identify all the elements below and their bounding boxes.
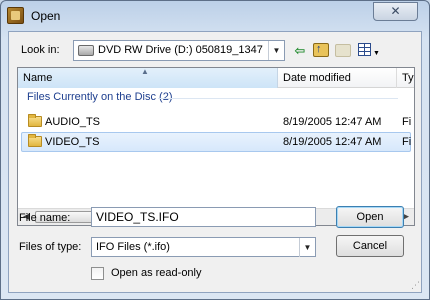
- dvd-drive-icon: [78, 45, 94, 56]
- column-header-row: Name ▲ Date modified Ty: [18, 68, 414, 88]
- column-header-date[interactable]: Date modified: [278, 68, 397, 88]
- folder-icon: [28, 114, 42, 127]
- window-title: Open: [31, 9, 61, 23]
- item-date: 8/19/2005 12:47 AM: [283, 136, 382, 148]
- look-in-label: Look in:: [21, 44, 60, 56]
- look-in-value: DVD RW Drive (D:) 050819_1347: [98, 44, 263, 56]
- look-in-combo[interactable]: DVD RW Drive (D:) 050819_1347 ▼: [73, 40, 285, 61]
- read-only-label[interactable]: Open as read-only: [111, 267, 202, 279]
- chevron-down-icon[interactable]: ▼: [268, 41, 284, 60]
- views-menu-icon[interactable]: ▼: [358, 43, 380, 58]
- list-item-selected[interactable]: VIDEO_TS 8/19/2005 12:47 AM Fi: [18, 132, 414, 152]
- open-dialog: Open ✕ Look in: DVD RW Drive (D:) 050819…: [0, 0, 430, 300]
- item-name: VIDEO_TS: [45, 136, 100, 148]
- close-button[interactable]: ✕: [373, 2, 418, 21]
- views-grid-icon: [358, 43, 371, 56]
- file-name-label: File name:: [19, 212, 71, 224]
- item-name: AUDIO_TS: [45, 116, 101, 128]
- file-name-input[interactable]: VIDEO_TS.IFO: [91, 207, 316, 227]
- list-item[interactable]: AUDIO_TS 8/19/2005 12:47 AM Fi: [18, 112, 414, 132]
- column-label-name: Name: [23, 72, 53, 84]
- back-icon[interactable]: ⇦: [293, 42, 307, 59]
- item-type: Fi: [402, 116, 412, 128]
- column-header-name[interactable]: Name ▲: [18, 68, 278, 88]
- folder-icon: [28, 134, 42, 147]
- file-type-label: Files of type:: [19, 241, 82, 253]
- file-list[interactable]: Name ▲ Date modified Ty Files Currently …: [17, 67, 415, 226]
- dialog-body: Look in: DVD RW Drive (D:) 050819_1347 ▼…: [8, 31, 422, 293]
- open-button[interactable]: Open: [336, 206, 404, 228]
- group-header[interactable]: Files Currently on the Disc (2): [27, 91, 173, 103]
- group-divider: [158, 98, 398, 99]
- read-only-checkbox[interactable]: [91, 267, 104, 280]
- column-header-type[interactable]: Ty: [397, 68, 414, 88]
- item-type: Fi: [402, 136, 412, 148]
- up-folder-icon[interactable]: [313, 41, 329, 58]
- file-type-select[interactable]: IFO Files (*.ifo) ▼: [91, 237, 316, 257]
- title-bar: Open ✕: [1, 1, 429, 31]
- views-dropdown-icon: ▼: [373, 50, 380, 57]
- file-type-value: IFO Files (*.ifo): [96, 241, 170, 253]
- app-icon: [7, 7, 24, 24]
- new-folder-icon[interactable]: [335, 44, 351, 57]
- chevron-down-icon[interactable]: ▼: [299, 238, 315, 257]
- sort-ascending-icon: ▲: [141, 67, 149, 76]
- item-date: 8/19/2005 12:47 AM: [283, 116, 382, 128]
- cancel-button[interactable]: Cancel: [336, 235, 404, 257]
- resize-grip-icon[interactable]: ⋰: [411, 280, 420, 291]
